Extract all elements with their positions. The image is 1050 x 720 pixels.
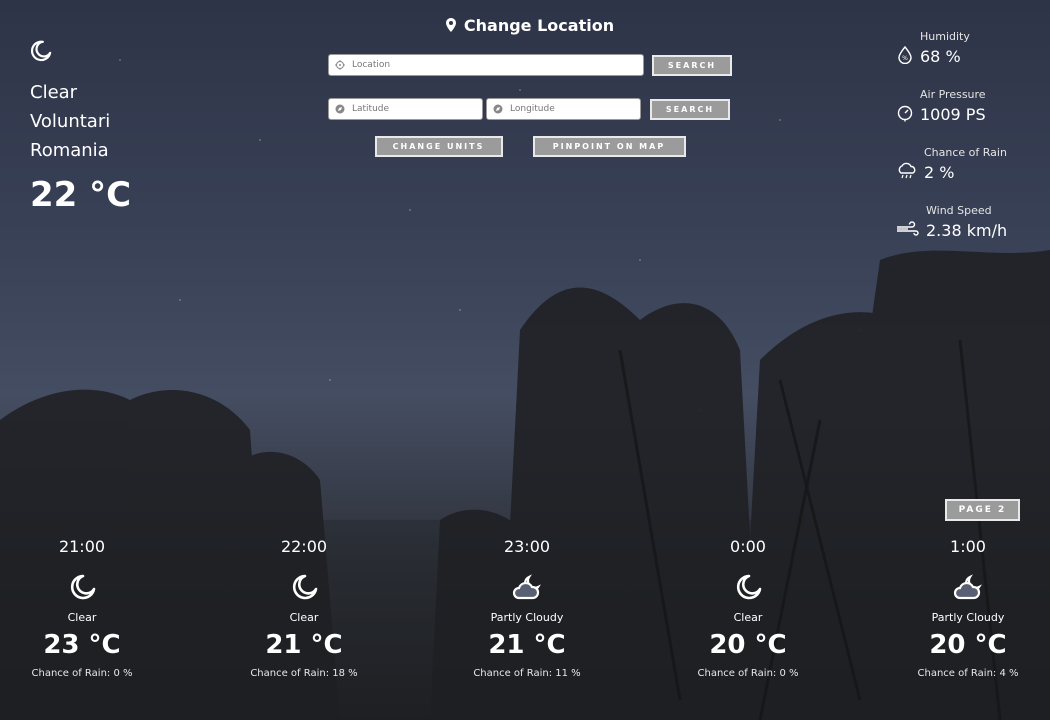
forecast-temperature: 20 °C — [929, 630, 1007, 660]
page-2-button[interactable]: PAGE 2 — [945, 499, 1020, 521]
forecast-item: 1:00 Partly Cloudy 20 °C Chance of Rain:… — [883, 537, 1050, 679]
forecast-temperature: 21 °C — [488, 630, 566, 660]
forecast-condition: Partly Cloudy — [931, 611, 1005, 624]
forecast-item: 0:00 Clear 20 °C Chance of Rain: 0 % — [663, 537, 833, 679]
air-pressure-label: Air Pressure — [920, 88, 986, 101]
forecast-condition: Clear — [289, 611, 319, 624]
forecast-rain-chance: Chance of Rain: 4 % — [917, 668, 1019, 679]
forecast-item: 22:00 Clear 21 °C Chance of Rain: 18 % — [219, 537, 389, 679]
moon-icon — [663, 569, 833, 605]
moon-icon — [30, 40, 52, 62]
location-field[interactable] — [328, 54, 644, 76]
forecast-condition: Clear — [733, 611, 763, 624]
forecast-time: 22:00 — [280, 537, 328, 556]
air-pressure-value: 1009 PS — [920, 105, 986, 124]
wind-speed-stat: Wind Speed 2.38 km/h — [896, 204, 1046, 240]
compass-icon — [335, 104, 345, 114]
forecast-condition: Clear — [67, 611, 97, 624]
change-location-label: Change Location — [463, 15, 615, 35]
change-location-title: Change Location — [328, 14, 732, 36]
humidity-drop-icon: % — [898, 46, 912, 64]
weather-stats: % Humidity 68 % Air Pressure 1009 PS Cha… — [896, 30, 1046, 262]
current-country: Romania — [30, 140, 109, 161]
cloud-moon-icon — [883, 569, 1050, 605]
latitude-field[interactable] — [328, 98, 483, 120]
rain-cloud-icon — [898, 162, 916, 179]
forecast-rain-chance: Chance of Rain: 11 % — [473, 668, 581, 679]
svg-text:%: % — [902, 55, 908, 62]
forecast-temperature: 20 °C — [709, 630, 787, 660]
cloud-moon-icon — [442, 569, 612, 605]
forecast-time: 0:00 — [730, 537, 766, 556]
forecast-temperature: 23 °C — [43, 630, 121, 660]
forecast-time: 23:00 — [503, 537, 551, 556]
current-condition: Clear — [30, 82, 78, 103]
forecast-item: 23:00 Partly Cloudy 21 °C Chance of Rain… — [442, 537, 612, 679]
hourly-forecast: 21:00 Clear 23 °C Chance of Rain: 0 % 22… — [0, 537, 1050, 697]
current-weather: Clear Voluntari Romania 22 °C — [30, 40, 131, 215]
pressure-gauge-icon — [897, 105, 913, 122]
forecast-item: 21:00 Clear 23 °C Chance of Rain: 0 % — [0, 537, 167, 679]
humidity-value: 68 % — [920, 47, 961, 66]
forecast-rain-chance: Chance of Rain: 0 % — [31, 668, 133, 679]
air-pressure-stat: Air Pressure 1009 PS — [896, 88, 1046, 124]
compass-icon — [493, 104, 503, 114]
latitude-input[interactable] — [352, 104, 482, 114]
forecast-time: 1:00 — [950, 537, 986, 556]
longitude-input[interactable] — [510, 104, 640, 114]
moon-icon — [219, 569, 389, 605]
forecast-temperature: 21 °C — [265, 630, 343, 660]
chance-of-rain-value: 2 % — [924, 163, 955, 182]
longitude-field[interactable] — [486, 98, 641, 120]
humidity-stat: % Humidity 68 % — [896, 30, 1046, 66]
current-temperature: 22 °C — [30, 175, 132, 215]
location-panel: Change Location SEARCH SEARCH CHANGE UNI… — [328, 14, 732, 157]
wind-speed-value: 2.38 km/h — [926, 221, 1008, 240]
change-units-button[interactable]: CHANGE UNITS — [374, 136, 503, 157]
wind-icon — [897, 221, 919, 236]
chance-of-rain-label: Chance of Rain — [924, 146, 1007, 159]
search-location-button[interactable]: SEARCH — [652, 54, 732, 76]
forecast-condition: Partly Cloudy — [490, 611, 564, 624]
crosshair-icon — [335, 60, 345, 70]
pinpoint-on-map-button[interactable]: PINPOINT ON MAP — [532, 136, 686, 157]
forecast-rain-chance: Chance of Rain: 0 % — [697, 668, 799, 679]
wind-speed-label: Wind Speed — [926, 204, 992, 217]
forecast-rain-chance: Chance of Rain: 18 % — [250, 668, 358, 679]
moon-icon — [0, 569, 167, 605]
forecast-time: 21:00 — [58, 537, 106, 556]
location-input[interactable] — [352, 60, 643, 70]
search-coordinates-button[interactable]: SEARCH — [650, 98, 730, 120]
current-city: Voluntari — [30, 111, 111, 132]
chance-of-rain-stat: Chance of Rain 2 % — [896, 146, 1046, 182]
map-pin-icon — [445, 18, 456, 32]
humidity-label: Humidity — [920, 30, 970, 43]
